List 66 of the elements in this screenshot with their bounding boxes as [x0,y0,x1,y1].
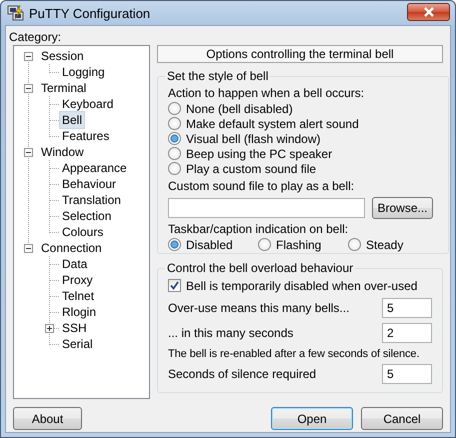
file-path-field[interactable] [168,198,365,218]
number-field[interactable]: 5 [382,298,432,318]
radio-label: Play a custom sound file [186,162,316,176]
dialog-button[interactable]: Open [271,407,353,430]
radio-label: Make default system alert sound [186,116,359,130]
tree-item[interactable]: Translation [60,192,123,208]
radio-label: Flashing [276,238,322,252]
number-field[interactable]: 2 [382,323,432,343]
radio-label: Disabled [186,238,233,252]
field-label: Seconds of silence required [168,367,316,381]
group-title: Set the style of bell [166,69,270,83]
tree-item[interactable]: Window [39,144,86,160]
category-label: Category: [9,30,62,45]
radio-button[interactable] [258,238,271,251]
dialog-button[interactable]: About [13,407,82,430]
close-button[interactable] [407,2,450,20]
collapse-icon[interactable] [24,148,33,156]
tree-item[interactable]: Data [60,256,90,272]
field-label: Over-use means this many bells... [168,301,350,315]
tree-item[interactable]: Bell [60,112,84,128]
number-field[interactable]: 5 [382,364,432,384]
radio-label: Beep using the PC speaker [186,146,332,160]
tree-item[interactable]: Selection [60,208,114,224]
tree-item[interactable]: Terminal [39,80,88,96]
tree-item[interactable]: Connection [39,240,104,256]
tree-item[interactable]: Rlogin [60,304,98,320]
radio-button[interactable] [168,162,181,175]
window-title: PuTTY Configuration [29,6,150,20]
check-icon [170,281,179,290]
field-label: ... in this many seconds [168,326,294,340]
radio-label: Visual bell (flash window) [186,132,321,146]
tree-item[interactable]: Session [39,48,86,64]
radio-button[interactable] [168,238,181,251]
tree-item[interactable]: Telnet [60,288,96,304]
tree-item[interactable]: Logging [60,64,107,80]
checkbox-label: Bell is temporarily disabled when over-used [186,278,418,292]
radio-button[interactable] [348,238,361,251]
tree-item[interactable]: Appearance [60,160,129,176]
collapse-icon[interactable] [24,84,33,92]
radio-button[interactable] [168,147,181,160]
panel-header: Options controlling the terminal bell [157,45,443,63]
computers-icon [7,4,25,22]
collapse-icon[interactable] [24,244,33,252]
tree-item[interactable]: Serial [60,336,95,352]
tree-item[interactable]: Keyboard [60,96,116,112]
note-text: The bell is re-enabled after a few seconds of silence. [168,347,420,362]
tree-item[interactable]: Behaviour [60,176,118,192]
radio-button[interactable] [168,117,181,130]
tree-item[interactable]: Features [60,128,112,144]
radio-label: Steady [366,238,404,252]
group-title: Control the bell overload behaviour [166,261,354,275]
taskbar-label: Taskbar/caption indication on bell: [168,222,350,237]
browse-button[interactable]: Browse... [372,197,433,219]
dialog-button[interactable]: Cancel [361,407,443,430]
close-icon [422,6,434,16]
action-label: Action to happen when a bell occurs: [168,86,366,101]
tree-item[interactable]: Proxy [60,272,95,288]
sound-file-label: Custom sound file to play as a bell: [168,179,356,194]
checkbox[interactable] [168,279,181,292]
tree-item[interactable]: SSH [60,320,89,336]
radio-label: None (bell disabled) [186,102,293,116]
expand-icon[interactable] [45,324,54,332]
radio-button[interactable] [168,102,181,115]
collapse-icon[interactable] [24,52,33,60]
tree-item[interactable]: Colours [60,224,106,240]
radio-button[interactable] [168,132,181,145]
